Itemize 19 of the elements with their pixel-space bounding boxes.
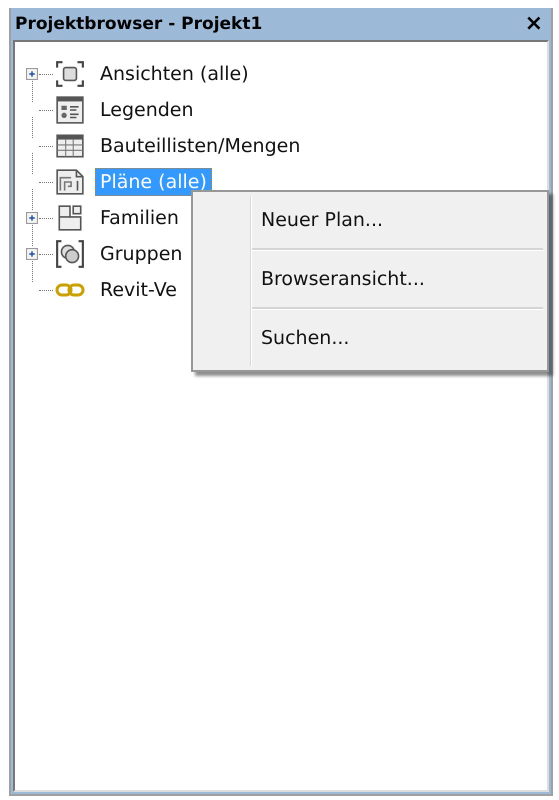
legend-icon (55, 95, 85, 125)
window-title: Projektbrowser - Projekt1 (15, 14, 262, 34)
sheet-icon (55, 167, 85, 197)
close-button[interactable]: × (520, 13, 547, 35)
group-icon (55, 239, 85, 269)
menu-item[interactable]: Browseransicht... (251, 251, 543, 307)
tree-item[interactable]: Legenden (95, 96, 199, 124)
expand-icon[interactable] (26, 68, 38, 80)
tree-item[interactable]: Revit-Ve (95, 276, 182, 304)
tree-item[interactable]: Gruppen (95, 240, 188, 268)
expand-icon[interactable] (26, 248, 38, 260)
tree-item[interactable]: Ansichten (alle) (95, 60, 254, 88)
menu-item[interactable]: Suchen... (251, 310, 543, 366)
chain-link-icon (55, 282, 85, 298)
tree-item[interactable]: Familien (95, 204, 184, 232)
tree-item[interactable]: Bauteillisten/Mengen (95, 132, 306, 160)
view-icon (55, 59, 85, 89)
menu-item[interactable]: Neuer Plan... (251, 192, 543, 248)
expand-icon[interactable] (26, 212, 38, 224)
